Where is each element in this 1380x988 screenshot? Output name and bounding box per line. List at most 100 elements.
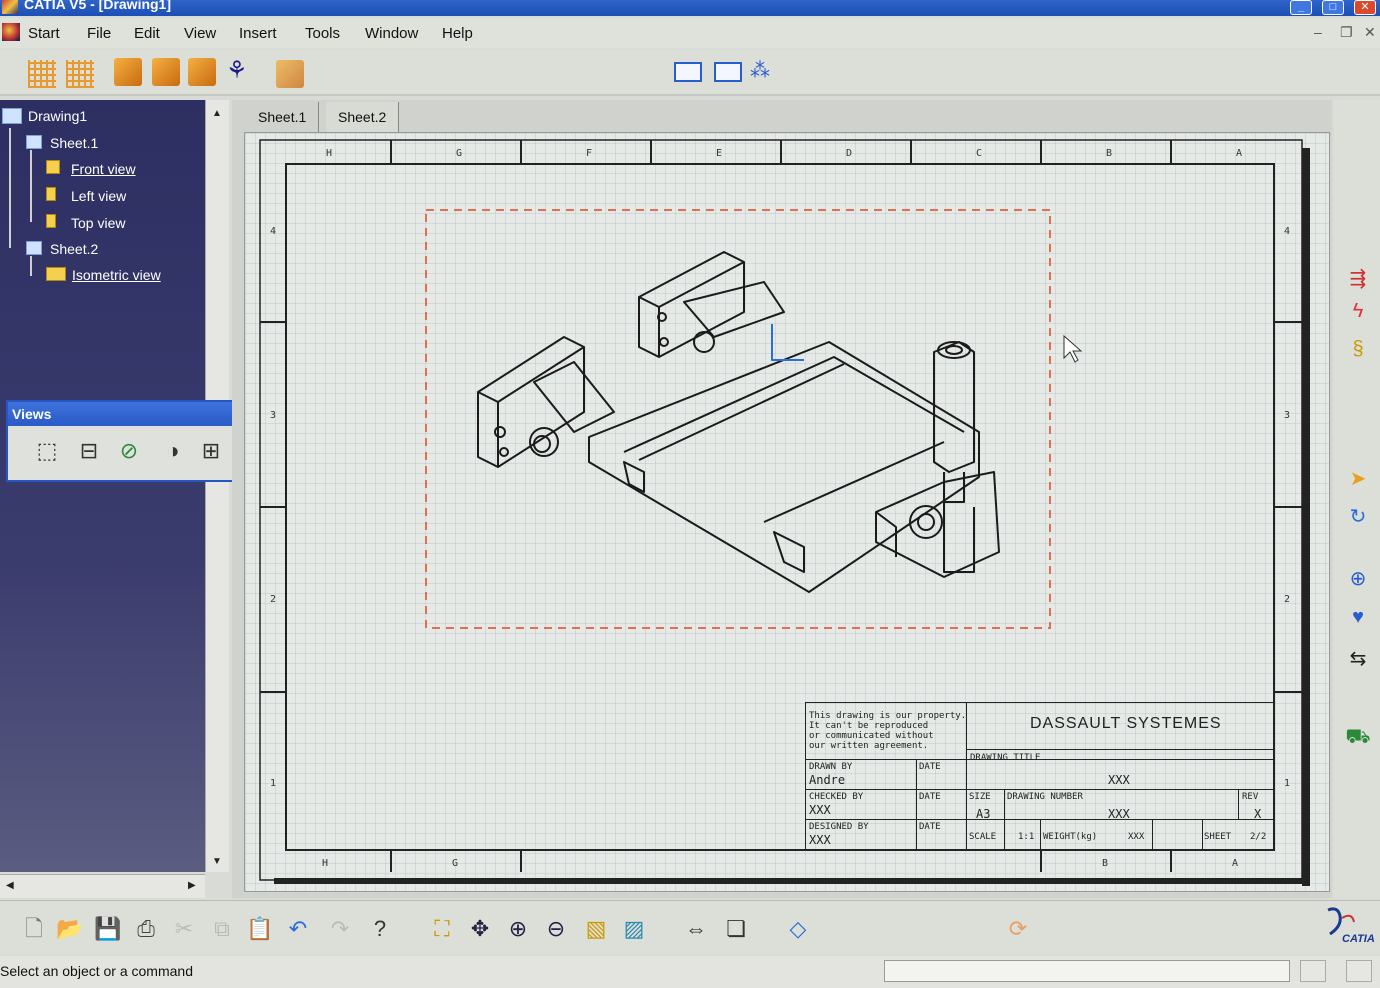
power-input-field[interactable]: [884, 960, 1290, 982]
scroll-left-icon[interactable]: ◀: [6, 880, 14, 891]
tree-node-left-view[interactable]: Left view: [71, 188, 126, 204]
annotations-icon[interactable]: §: [1344, 338, 1372, 366]
tree-node-top-view[interactable]: Top view: [71, 215, 125, 231]
tree-node-front-view[interactable]: Front view: [71, 161, 136, 177]
rotate-icon[interactable]: ↻: [1344, 504, 1372, 532]
menu-view[interactable]: View: [184, 25, 216, 42]
zoom-out-icon[interactable]: ⊖: [542, 915, 570, 943]
scroll-up-icon[interactable]: ▲: [212, 108, 222, 119]
table-icon[interactable]: [714, 62, 742, 82]
geometry-modification-icon[interactable]: ♥: [1344, 606, 1372, 634]
scroll-right-icon[interactable]: ▶: [188, 880, 196, 891]
fit-all-icon[interactable]: ⛶: [428, 915, 456, 943]
isometric-part-drawing[interactable]: [477, 251, 1000, 593]
analysis-display-icon[interactable]: [114, 58, 142, 86]
paste-icon[interactable]: 📋: [246, 915, 274, 943]
tree-node-sheet1[interactable]: Sheet.1: [50, 135, 98, 151]
tree-node-drawing1[interactable]: Drawing1: [28, 108, 87, 124]
whats-this-icon[interactable]: ?: [366, 915, 394, 943]
menu-edit[interactable]: Edit: [134, 25, 160, 42]
generative-icon[interactable]: ⛟: [1344, 726, 1372, 754]
sheet-background-icon[interactable]: ❏: [722, 915, 750, 943]
dimension-system-icon[interactable]: [152, 58, 180, 86]
title-block[interactable]: This drawing is our property. It can't b…: [805, 702, 1275, 850]
tab-sheet2[interactable]: Sheet.2: [326, 102, 400, 132]
display-view-frame-icon[interactable]: [276, 60, 304, 88]
select-pointer-icon[interactable]: ➤: [1344, 466, 1372, 494]
minimize-button[interactable]: _: [1290, 0, 1312, 15]
clippings-icon[interactable]: ◑: [158, 438, 188, 466]
menu-window[interactable]: Window: [365, 25, 418, 42]
break-view-icon[interactable]: ⊞: [196, 438, 226, 466]
menu-file[interactable]: File: [87, 25, 111, 42]
tb-weight-value: XXX: [1128, 832, 1145, 842]
tab-sheet1[interactable]: Sheet.1: [246, 102, 320, 132]
doc-restore-button[interactable]: ❐: [1340, 24, 1353, 41]
maximize-button[interactable]: □: [1322, 0, 1344, 15]
tb-line: [1040, 819, 1041, 849]
tree-node-isometric-view[interactable]: Isometric view: [72, 267, 161, 283]
copy-icon[interactable]: ⧉: [208, 915, 236, 943]
zone-label-bottom: G: [452, 858, 458, 869]
measure-icon[interactable]: ⇔: [682, 915, 710, 943]
status-button-1[interactable]: [1300, 960, 1326, 982]
zone-label-right: 4: [1284, 226, 1290, 237]
new-view-frame-icon[interactable]: [674, 62, 702, 82]
undo-icon[interactable]: ↶: [284, 915, 312, 943]
projections-icon[interactable]: ⬚: [32, 438, 62, 466]
dimensioning-icon[interactable]: ⇶: [1344, 266, 1372, 294]
tb-size-value: A3: [976, 807, 991, 821]
filter-generated-elements-icon[interactable]: ⚘: [226, 56, 254, 84]
tb-line: [1238, 789, 1239, 819]
erase-icon[interactable]: ◇: [784, 915, 812, 943]
doc-minimize-button[interactable]: –: [1314, 24, 1322, 40]
top-view-icon: [46, 214, 56, 228]
tb-drawing-number-value: XXX: [1108, 807, 1130, 821]
redo-icon[interactable]: ↷: [326, 915, 354, 943]
left-view-icon: [46, 187, 56, 201]
sheet-icon: [26, 135, 42, 149]
menu-start[interactable]: Start: [28, 25, 60, 42]
update-icon[interactable]: ⟳: [1004, 915, 1032, 943]
new-file-icon[interactable]: 🗋: [20, 915, 48, 943]
save-icon[interactable]: 💾: [94, 915, 122, 943]
tree-node-sheet2[interactable]: Sheet.2: [50, 241, 98, 257]
catia-app-icon[interactable]: [2, 0, 18, 14]
normal-view-icon[interactable]: ▨: [620, 915, 648, 943]
status-button-2[interactable]: [1346, 960, 1372, 982]
scroll-down-icon[interactable]: ▼: [212, 856, 222, 867]
zone-label-top: G: [456, 148, 462, 159]
grouping-icon[interactable]: ⁂: [750, 58, 778, 86]
print-icon[interactable]: ⎙: [132, 915, 160, 943]
tree-vertical-scrollbar[interactable]: ▲ ▼: [205, 100, 229, 872]
snap-grid-icon[interactable]: [66, 60, 94, 88]
tb-designed-by-value: XXX: [809, 833, 831, 847]
zoom-in-icon[interactable]: ⊕: [504, 915, 532, 943]
document-menu-icon[interactable]: [2, 23, 20, 41]
doc-close-button[interactable]: ✕: [1364, 24, 1376, 41]
tb-line: [916, 759, 917, 849]
position-icon[interactable]: ⇆: [1344, 646, 1372, 674]
close-button[interactable]: ✕: [1354, 0, 1376, 15]
cut-icon[interactable]: ✂: [170, 915, 198, 943]
status-bar: Select an object or a command: [0, 956, 1380, 988]
sheet-shadow: [274, 878, 1310, 884]
tree-horizontal-scrollbar[interactable]: ◀ ▶: [0, 874, 205, 898]
grid-icon[interactable]: [28, 60, 56, 88]
zone-label-right: 2: [1284, 594, 1290, 605]
pan-icon[interactable]: ✥: [466, 915, 494, 943]
zone-label-top: F: [586, 148, 592, 159]
create-detected-constraints-icon[interactable]: [188, 58, 216, 86]
menu-insert[interactable]: Insert: [239, 25, 277, 42]
geometry-creation-icon[interactable]: ⊕: [1344, 566, 1372, 594]
zoom-area-icon[interactable]: ▧: [582, 915, 610, 943]
zone-label-right: 1: [1284, 778, 1290, 789]
sections-icon[interactable]: ⊟: [74, 438, 104, 466]
details-icon[interactable]: ⊘: [114, 438, 144, 466]
dress-up-icon[interactable]: ϟ: [1344, 300, 1372, 328]
tree-connector: [9, 128, 11, 248]
menu-tools[interactable]: Tools: [305, 25, 340, 42]
menu-help[interactable]: Help: [442, 25, 473, 42]
tb-line: [806, 789, 1274, 790]
open-folder-icon[interactable]: 📂: [56, 915, 84, 943]
